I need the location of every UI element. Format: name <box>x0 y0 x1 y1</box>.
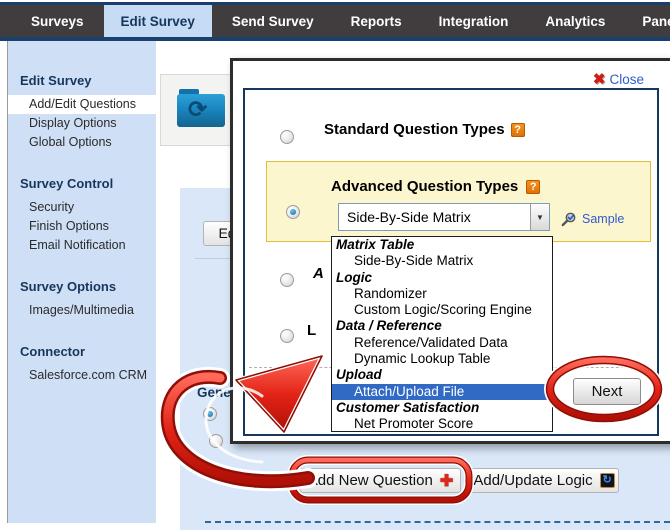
top-navigation: SurveysEdit SurveySend SurveyReportsInte… <box>0 2 670 41</box>
logic-book-icon: ↻ <box>600 473 615 488</box>
sidebar-item-add-edit-questions[interactable]: Add/Edit Questions <box>8 95 156 114</box>
tab-analytics[interactable]: Analytics <box>528 5 622 37</box>
sidebar-item-salesforce-com-crm[interactable]: Salesforce.com CRM <box>8 366 156 385</box>
sidebar-section-title: Connector <box>20 344 156 359</box>
background-radio-selected[interactable] <box>203 407 217 421</box>
tab-panels[interactable]: Panels <box>625 5 670 37</box>
tab-surveys[interactable]: Surveys <box>14 5 101 37</box>
tab-edit-survey[interactable]: Edit Survey <box>104 5 212 37</box>
sidebar: Edit Survey Add/Edit QuestionsDisplay Opt… <box>7 41 156 523</box>
sidebar-item-email-notification[interactable]: Email Notification <box>8 236 156 255</box>
dropdown-item-custom-logic-scoring-engine[interactable]: Custom Logic/Scoring Engine <box>332 302 552 318</box>
hidden-option-fragment: L <box>307 322 316 339</box>
dropdown-item-reference-validated-data[interactable]: Reference/Validated Data <box>332 335 552 351</box>
sidebar-item-images-multimedia[interactable]: Images/Multimedia <box>8 301 156 320</box>
dropdown-group-customer-satisfaction: Customer Satisfaction <box>332 400 552 416</box>
dropdown-item-attach-upload-file[interactable]: Attach/Upload File <box>332 384 552 400</box>
dropdown-item-randomizer[interactable]: Randomizer <box>332 286 552 302</box>
dropdown-group-data-reference: Data / Reference <box>332 318 552 334</box>
dropdown-item-net-promoter-score[interactable]: Net Promoter Score <box>332 416 552 432</box>
tab-send-survey[interactable]: Send Survey <box>215 5 331 37</box>
question-type-select[interactable]: Side-By-Side Matrix ▼ <box>338 203 550 231</box>
refresh-arrow-icon: ⟳ <box>188 96 207 123</box>
add-update-logic-label: Add/Update Logic <box>473 472 592 489</box>
add-new-question-label: Add New Question <box>308 472 433 489</box>
close-x-icon: ✖ <box>593 70 606 88</box>
sidebar-item-security[interactable]: Security <box>8 198 156 217</box>
advanced-types-radio-selected[interactable] <box>286 205 300 219</box>
dropdown-group-logic: Logic <box>332 270 552 286</box>
dashed-divider <box>205 521 670 523</box>
dropdown-item-side-by-side-matrix[interactable]: Side-By-Side Matrix <box>332 253 552 269</box>
sample-label: Sample <box>582 212 624 226</box>
help-icon[interactable]: ? <box>526 180 540 194</box>
tab-reports[interactable]: Reports <box>334 5 419 37</box>
dropdown-item-dynamic-lookup-table[interactable]: Dynamic Lookup Table <box>332 351 552 367</box>
help-icon[interactable]: ? <box>511 123 525 137</box>
third-option-radio[interactable] <box>280 273 294 287</box>
sidebar-section-title: Survey Control <box>20 176 156 191</box>
standard-types-label: Standard Question Types ? <box>324 121 525 138</box>
sidebar-section: Survey Options Images/Multimedia <box>8 279 156 320</box>
advanced-types-label: Advanced Question Types ? <box>331 178 540 195</box>
question-type-select-value: Side-By-Side Matrix <box>339 209 530 225</box>
sidebar-item-global-options[interactable]: Global Options <box>8 133 156 152</box>
sidebar-section-title: Survey Options <box>20 279 156 294</box>
refresh-folder-icon[interactable]: ⟳ <box>177 89 225 127</box>
hidden-option-fragment: A <box>313 265 324 282</box>
add-update-logic-button[interactable]: Add/Update Logic ↻ <box>469 468 619 493</box>
sidebar-section: Connector Salesforce.com CRM <box>8 344 156 385</box>
sidebar-section: Edit Survey Add/Edit QuestionsDisplay Opt… <box>8 73 156 152</box>
sidebar-section-title: Edit Survey <box>20 73 156 88</box>
plus-icon: ✚ <box>440 471 453 491</box>
sample-link[interactable]: Sample <box>561 211 624 227</box>
close-label: Close <box>609 72 644 87</box>
standard-types-radio[interactable] <box>280 130 294 144</box>
magnifier-icon <box>561 211 577 227</box>
question-type-dropdown-list: Matrix TableSide-By-Side MatrixLogicRand… <box>331 236 553 432</box>
dropdown-group-upload: Upload <box>332 367 552 383</box>
app-window: SurveysEdit SurveySend SurveyReportsInte… <box>0 0 670 530</box>
background-radio[interactable] <box>209 434 223 448</box>
close-button[interactable]: ✖ Close <box>593 70 644 88</box>
add-new-question-button[interactable]: Add New Question ✚ <box>300 468 461 493</box>
dropdown-group-matrix-table: Matrix Table <box>332 237 552 253</box>
sidebar-section: Survey Control SecurityFinish OptionsEmai… <box>8 176 156 255</box>
next-button[interactable]: Next <box>573 378 641 405</box>
tab-integration[interactable]: Integration <box>422 5 526 37</box>
add-question-dialog: ✖ Close Standard Question Types ? Advanc… <box>230 58 670 444</box>
fourth-option-radio[interactable] <box>280 329 294 343</box>
select-dropdown-arrow-icon[interactable]: ▼ <box>530 204 549 230</box>
sidebar-item-finish-options[interactable]: Finish Options <box>8 217 156 236</box>
sidebar-item-display-options[interactable]: Display Options <box>8 114 156 133</box>
